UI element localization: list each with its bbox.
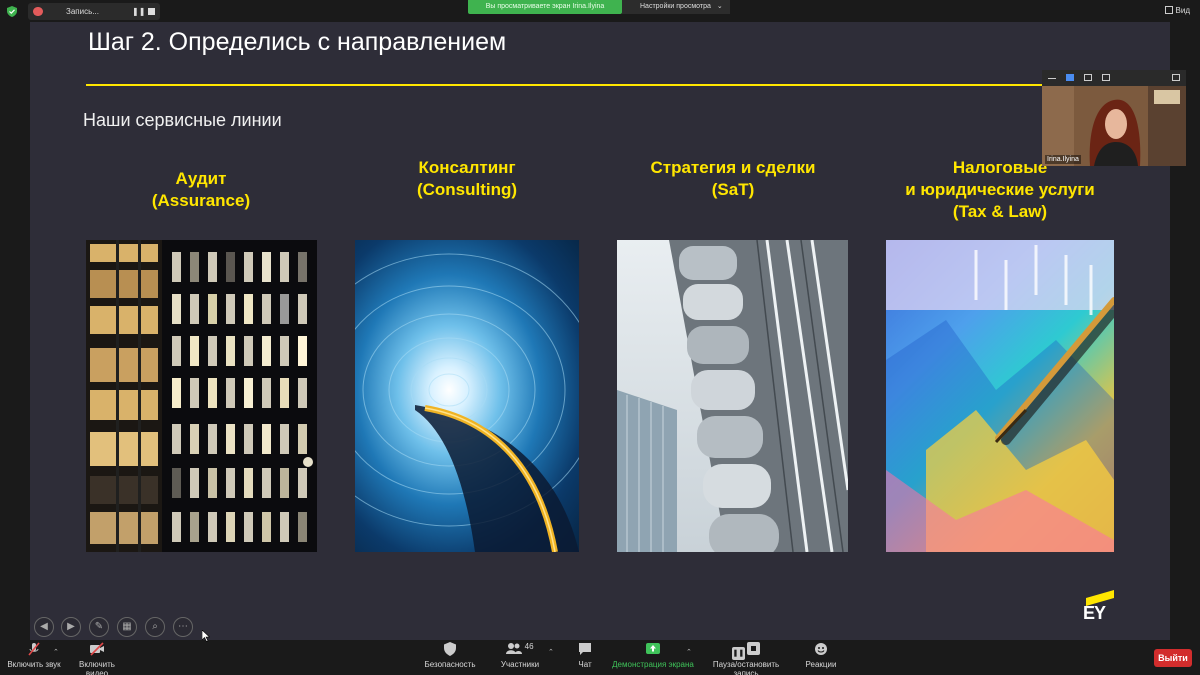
security-shield-icon (444, 642, 456, 656)
service-heading-tax-law: Налоговые и юридические услуги (Tax & La… (880, 157, 1120, 223)
participant-name: Irina.Ilyina (1045, 155, 1081, 164)
participants-icon: 46 (498, 642, 542, 656)
consulting-tunnel-photo (355, 240, 579, 552)
service-heading-consulting: Консалтинг (Consulting) (355, 157, 579, 201)
single-video-icon[interactable] (1066, 74, 1074, 81)
video-thumbnail-controls (1042, 70, 1186, 86)
side-by-side-icon[interactable] (1084, 74, 1092, 81)
stop-recording-icon[interactable] (148, 8, 155, 15)
view-mode-button[interactable]: Вид (1164, 6, 1190, 15)
service-subtitle: (Consulting) (416, 180, 518, 199)
recording-icon (33, 7, 43, 16)
recording-label: Запись... (66, 7, 99, 16)
zoom-icon[interactable]: ⌕ (145, 617, 165, 637)
reactions-button[interactable]: Реакции (802, 642, 840, 669)
start-video-label: Включить видео (79, 660, 115, 675)
top-bar: Запись... ❚❚ Вы просматриваете экран Iri… (0, 0, 1200, 22)
chat-icon (579, 643, 591, 655)
share-screen-label: Демонстрация экрана (612, 660, 694, 669)
mouse-cursor-icon (202, 630, 210, 642)
view-options-button[interactable]: Настройки просмотра ⌄ (622, 0, 730, 14)
service-subtitle: (Assurance) (151, 191, 251, 210)
service-title: Стратегия и сделки (650, 158, 816, 177)
leave-meeting-button[interactable]: Выйти (1154, 649, 1192, 667)
recording-indicator: Запись... ❚❚ (28, 3, 160, 20)
audio-options-icon[interactable]: ⌃ (53, 648, 59, 656)
service-title: Аудит (175, 169, 227, 188)
slide-title: Шаг 2. Определись с направлением (88, 28, 507, 56)
share-options-icon[interactable]: ⌃ (686, 648, 692, 656)
video-off-icon (90, 642, 104, 656)
share-screen-icon (646, 643, 660, 654)
ey-logo-text: EY (1083, 603, 1106, 623)
participants-label: Участники (500, 660, 540, 669)
participants-button[interactable]: 46 Участники (498, 642, 542, 669)
zoom-window: Запись... ❚❚ Вы просматриваете экран Iri… (0, 0, 1200, 675)
participants-count: 46 (524, 642, 534, 651)
exit-thumbnail-icon[interactable] (1172, 74, 1180, 81)
chevron-down-icon: ⌄ (716, 3, 723, 10)
security-button[interactable]: Безопасность (424, 642, 476, 669)
pen-icon[interactable]: ✎ (89, 617, 109, 637)
service-subtitle: и юридические услуги (905, 180, 1095, 199)
unmute-label: Включить звук (7, 660, 61, 669)
grid-view-icon (1164, 6, 1173, 14)
view-mode-label: Вид (1175, 6, 1190, 15)
share-screen-button[interactable]: Демонстрация экрана (612, 642, 694, 669)
shared-slide: Шаг 2. Определись с направлением Наши се… (30, 22, 1170, 640)
more-options-icon[interactable]: ⋯ (173, 617, 193, 637)
slides-grid-icon[interactable]: ▦ (117, 617, 137, 637)
title-divider (86, 84, 1086, 86)
minimize-video-icon[interactable] (1048, 74, 1056, 79)
meeting-toolbar: Включить звук ⌃ Включить видео Безопасно… (0, 640, 1200, 675)
chat-label: Чат (578, 660, 592, 669)
ey-logo: EY (1082, 589, 1118, 624)
security-label: Безопасность (424, 660, 476, 669)
screen-share-banner: Вы просматриваете экран Irina.Ilyina (468, 0, 622, 14)
next-slide-icon[interactable]: ▶ (61, 617, 81, 637)
start-video-button[interactable]: Включить видео (68, 642, 126, 675)
view-options-label: Настройки просмотра (640, 3, 711, 10)
pause-icon: ❚❚ (731, 647, 745, 660)
participant-video[interactable]: Irina.Ilyina (1042, 86, 1186, 166)
service-title: Консалтинг (418, 158, 516, 177)
slide-subtitle: Наши сервисные линии (83, 110, 282, 130)
service-heading-sat: Стратегия и сделки (SaT) (617, 157, 849, 201)
participants-options-icon[interactable]: ⌃ (548, 648, 554, 656)
reactions-label: Реакции (805, 660, 837, 669)
previous-slide-icon[interactable]: ◀ (34, 617, 54, 637)
tax-law-chart-photo (886, 240, 1114, 552)
gallery-video-icon[interactable] (1102, 74, 1110, 81)
service-heading-assurance: Аудит (Assurance) (86, 168, 316, 212)
reactions-smiley-icon (815, 643, 827, 655)
strategy-building-photo (617, 240, 848, 552)
service-subtitle: (SaT) (711, 180, 755, 199)
pause-recording-icon[interactable]: ❚❚ (132, 7, 145, 16)
recording-controls-label: Пауза/остановить запись (712, 660, 780, 675)
chat-button[interactable]: Чат (570, 642, 600, 669)
recording-controls-icon: ❚❚ (700, 642, 792, 660)
stop-icon (747, 642, 761, 655)
shield-icon[interactable] (7, 6, 17, 17)
service-subtitle-en: (Tax & Law) (952, 202, 1048, 221)
assurance-building-photo (86, 240, 317, 552)
muted-microphone-icon (28, 642, 40, 656)
recording-controls-button[interactable]: ❚❚ Пауза/остановить запись (700, 642, 792, 675)
